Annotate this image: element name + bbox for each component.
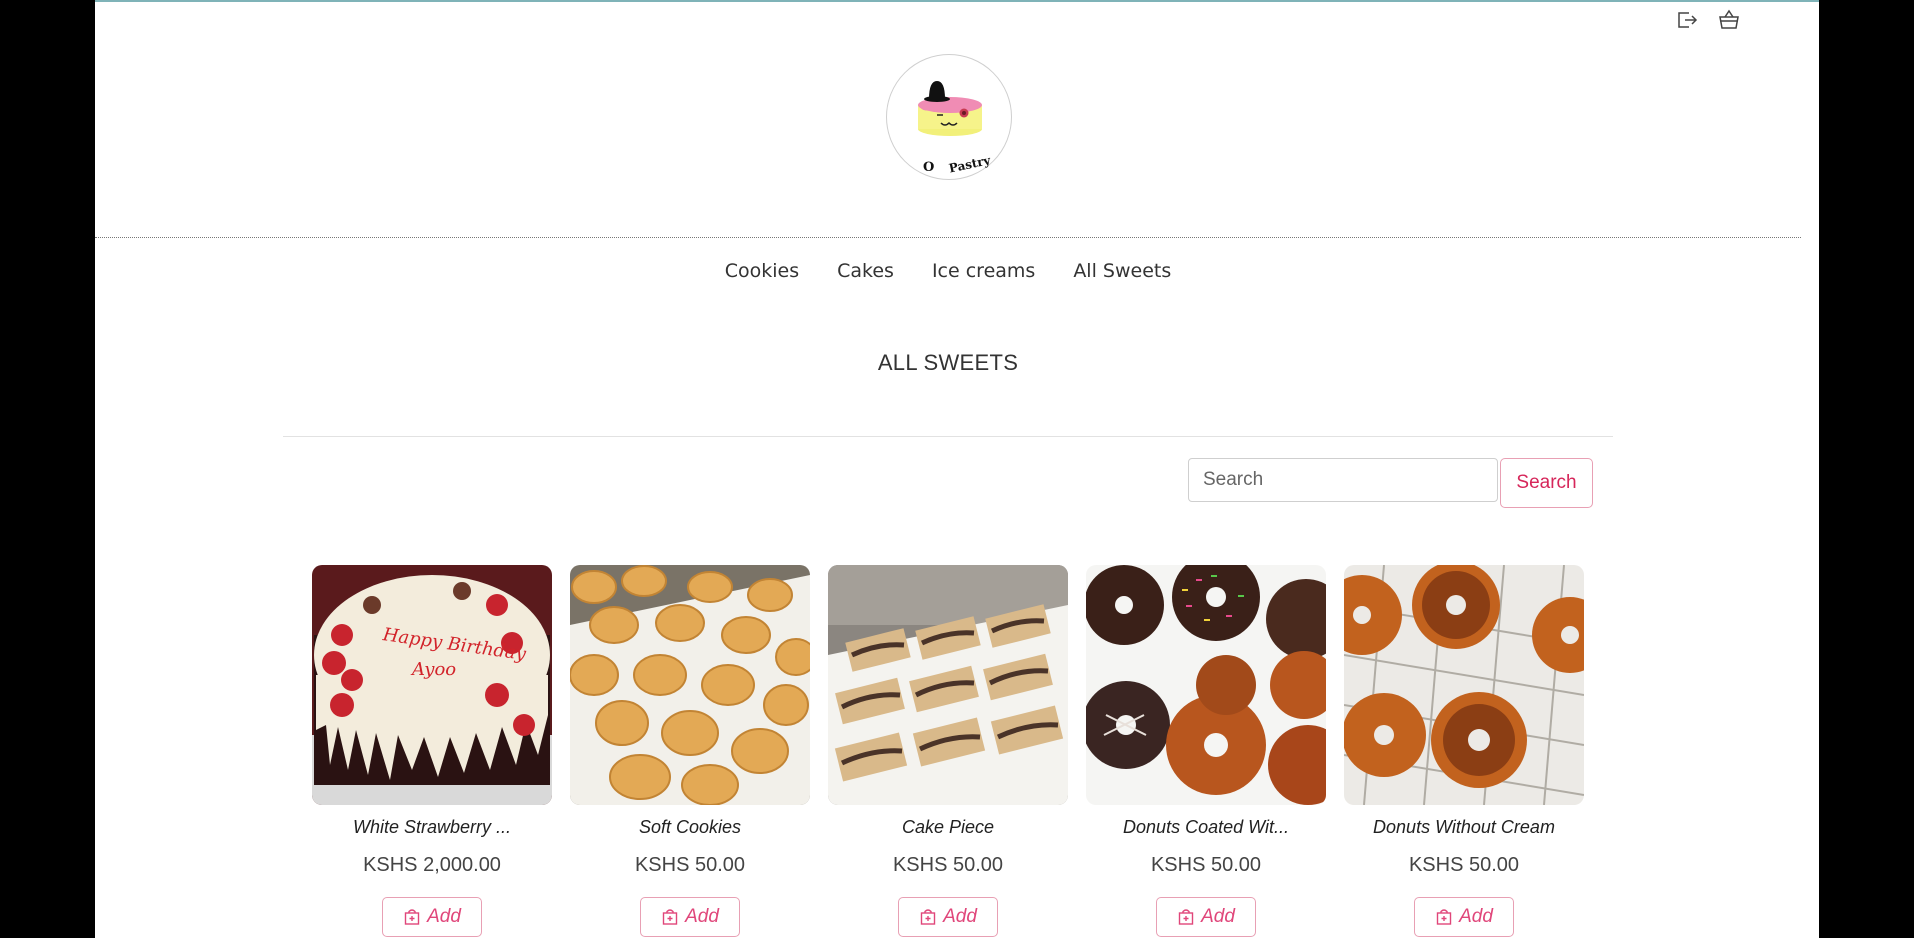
add-to-cart-button[interactable]: Add	[1414, 897, 1514, 937]
product-card: Donuts Coated Wit... KSHS 50.00 Add	[1086, 565, 1326, 937]
add-to-cart-button[interactable]: Add	[382, 897, 482, 937]
product-image-plain-donuts[interactable]	[1344, 565, 1584, 805]
bag-plus-icon	[404, 909, 420, 925]
product-card: Soft Cookies KSHS 50.00 Add	[570, 565, 810, 937]
nav-ice-creams[interactable]: Ice creams	[932, 260, 1035, 282]
search-button[interactable]: Search	[1500, 458, 1593, 508]
brand-logo[interactable]: O Pastry	[886, 54, 1012, 180]
add-label: Add	[1201, 906, 1235, 927]
product-card: Donuts Without Cream KSHS 50.00 Add	[1344, 565, 1584, 937]
content-divider	[283, 436, 1613, 437]
bag-plus-icon	[1436, 909, 1452, 925]
svg-text:Ayoo: Ayoo	[410, 659, 456, 680]
logout-icon[interactable]	[1675, 8, 1699, 32]
product-name[interactable]: Soft Cookies	[570, 817, 810, 838]
add-label: Add	[1459, 906, 1493, 927]
nav-all-sweets[interactable]: All Sweets	[1073, 260, 1171, 282]
bag-plus-icon	[662, 909, 678, 925]
product-image-coated-donuts[interactable]	[1086, 565, 1326, 805]
product-price: KSHS 50.00	[634, 854, 746, 876]
product-price: KSHS 50.00	[1408, 854, 1520, 876]
logo-text-left: O	[923, 160, 934, 175]
add-label: Add	[943, 906, 977, 927]
bag-plus-icon	[1178, 909, 1194, 925]
page-title: ALL SWEETS	[877, 350, 1019, 375]
nav-cookies[interactable]: Cookies	[725, 260, 799, 282]
nav-cakes[interactable]: Cakes	[837, 260, 894, 282]
product-name[interactable]: Donuts Coated Wit...	[1086, 817, 1326, 838]
add-to-cart-button[interactable]: Add	[898, 897, 998, 937]
add-label: Add	[427, 906, 461, 927]
product-price: KSHS 50.00	[1150, 854, 1262, 876]
product-name[interactable]: White Strawberry ...	[312, 817, 552, 838]
product-card: Cake Piece KSHS 50.00 Add	[828, 565, 1068, 937]
logo-text-right: Pastry	[948, 153, 993, 176]
product-image-strawberry-cake[interactable]: Happy Birthday Ayoo	[312, 565, 552, 805]
add-to-cart-button[interactable]: Add	[1156, 897, 1256, 937]
add-to-cart-button[interactable]: Add	[640, 897, 740, 937]
add-label: Add	[685, 906, 719, 927]
page: O Pastry Cookies Cakes Ice creams All Sw…	[95, 0, 1819, 938]
product-name[interactable]: Cake Piece	[828, 817, 1068, 838]
header-icons	[1675, 8, 1741, 32]
bag-plus-icon	[920, 909, 936, 925]
product-name[interactable]: Donuts Without Cream	[1344, 817, 1584, 838]
search-input[interactable]	[1188, 458, 1498, 502]
product-price: KSHS 50.00	[892, 854, 1004, 876]
product-price: KSHS 2,000.00	[363, 854, 501, 876]
header-divider	[95, 237, 1801, 238]
product-image-cake-piece[interactable]	[828, 565, 1068, 805]
product-image-soft-cookies[interactable]	[570, 565, 810, 805]
product-card: Happy Birthday Ayoo White Strawberry ...…	[312, 565, 552, 937]
basket-icon[interactable]	[1717, 8, 1741, 32]
category-nav: Cookies Cakes Ice creams All Sweets	[95, 260, 1801, 282]
